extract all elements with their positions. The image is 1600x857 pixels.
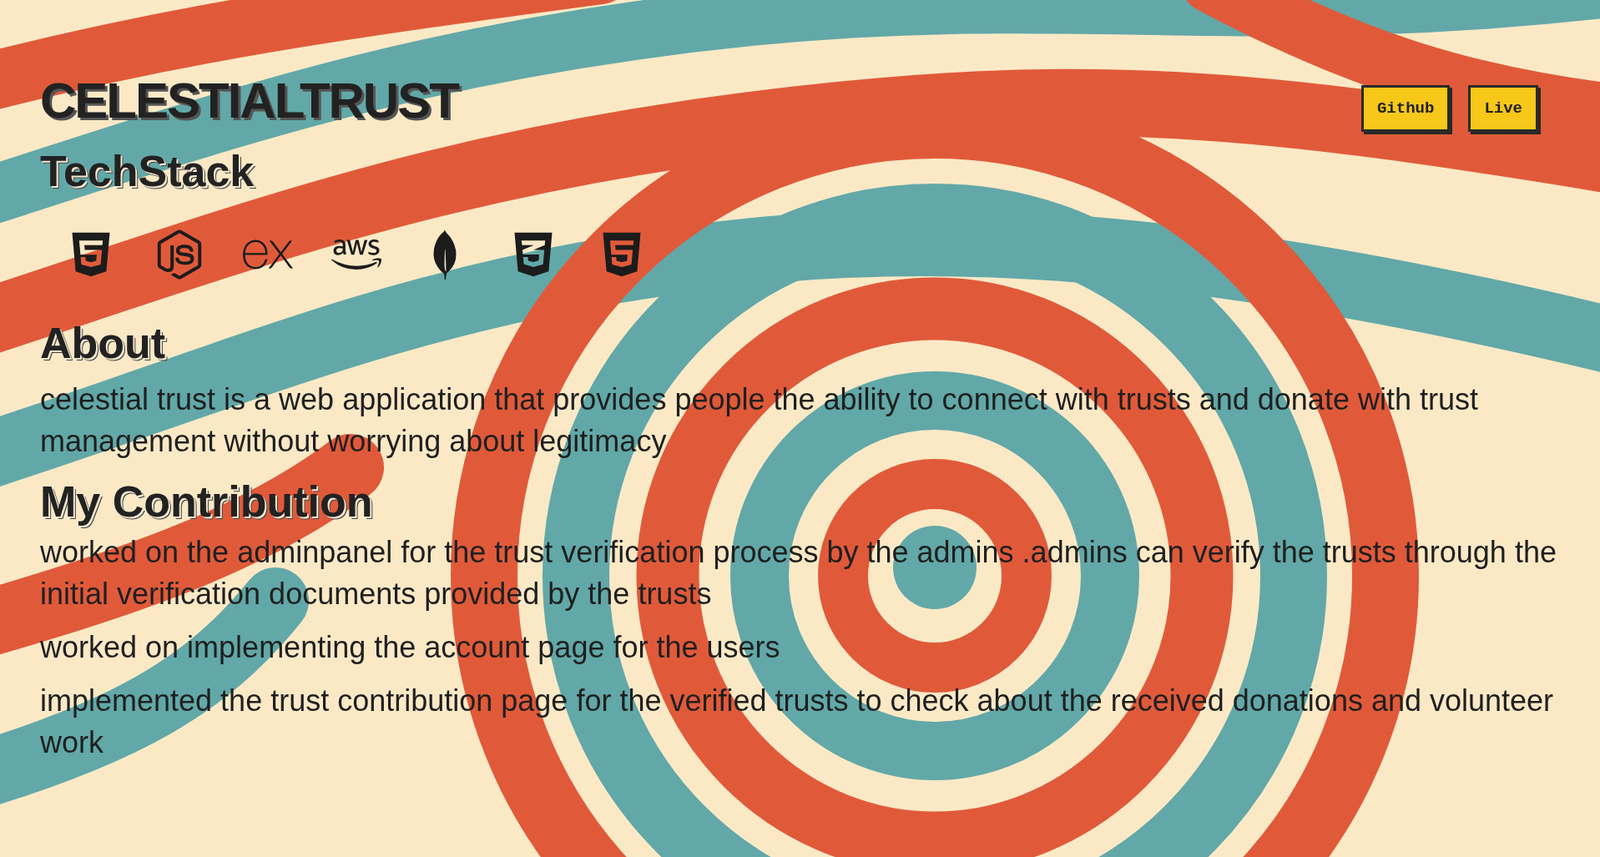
project-title: CELESTIALTRUST [40, 73, 459, 129]
contribution-item: worked on the adminpanel for the trust v… [40, 531, 1560, 616]
about-text: celestial trust is a web application tha… [40, 378, 1560, 463]
express-icon [242, 228, 294, 281]
aws-icon [330, 228, 383, 281]
link-button[interactable]: Github [1361, 85, 1450, 132]
project-header: CELESTIALTRUST Github Live [40, 73, 1560, 132]
html5-icon [65, 228, 117, 281]
project-page: CELESTIALTRUST Github Live TechStack About ce… [0, 0, 1600, 798]
css3-icon [507, 228, 560, 281]
techstack-heading: TechStack [40, 146, 1560, 197]
contribution-list: worked on the adminpanel for the trust v… [40, 531, 1560, 764]
contribution-heading: My Contribution [40, 477, 1560, 528]
contribution-item: implemented the trust contribution page … [40, 680, 1560, 764]
html5-icon [595, 228, 648, 281]
mongodb-icon [418, 228, 471, 281]
link-button[interactable]: Live [1468, 85, 1539, 132]
contribution-item: worked on implementing the account page … [40, 626, 1560, 669]
techstack-icons [40, 196, 1560, 304]
project-links: Github Live [1361, 85, 1539, 132]
nodejs-icon [153, 228, 206, 281]
about-heading: About [40, 318, 1560, 369]
